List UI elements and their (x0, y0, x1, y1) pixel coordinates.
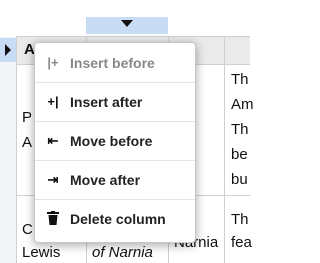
table-cell: Am (231, 96, 254, 113)
insert-after-menu-item[interactable]: +| Insert after (35, 83, 195, 121)
insert-before-menu-item[interactable]: |+ Insert before (35, 44, 195, 82)
trash-icon (45, 211, 61, 227)
table-border (16, 36, 250, 37)
menu-item-label: Move after (70, 172, 141, 188)
table-cell: Th (231, 71, 249, 88)
trash-icon-svg (47, 211, 59, 225)
column-handle-selected[interactable] (86, 17, 168, 34)
table-cell: bu (231, 171, 248, 188)
move-after-menu-item[interactable]: ⇥ Move after (35, 161, 195, 199)
table-cell: C (22, 221, 33, 238)
column-context-menu: |+ Insert before +| Insert after ⇤ Move … (34, 42, 196, 243)
menu-item-label: Move before (70, 133, 153, 149)
chevron-down-icon[interactable] (121, 20, 133, 27)
chevron-right-icon[interactable] (5, 44, 11, 56)
table-cell: Th (231, 211, 249, 228)
table-cell: P (22, 109, 33, 126)
table-cell: fea (231, 234, 252, 251)
menu-item-label: Insert before (70, 55, 155, 71)
table-cell: be (231, 146, 248, 163)
table-border (224, 36, 225, 263)
move-before-icon: ⇤ (47, 133, 59, 148)
table-cell: Th (231, 121, 249, 138)
delete-column-menu-item[interactable]: Delete column (35, 200, 195, 238)
table-cell: A (22, 134, 33, 151)
menu-item-label: Delete column (70, 211, 166, 227)
insert-after-icon: +| (47, 94, 59, 109)
move-after-icon: ⇥ (47, 172, 59, 187)
table-cell: of Narnia (92, 244, 153, 261)
table-cell: Lewis (22, 244, 61, 261)
row-handle-bar (0, 37, 16, 263)
table-border (16, 36, 17, 263)
move-before-menu-item[interactable]: ⇤ Move before (35, 122, 195, 160)
menu-item-label: Insert after (70, 94, 143, 110)
row-handle-header[interactable] (0, 38, 16, 62)
insert-before-icon: |+ (47, 55, 59, 70)
